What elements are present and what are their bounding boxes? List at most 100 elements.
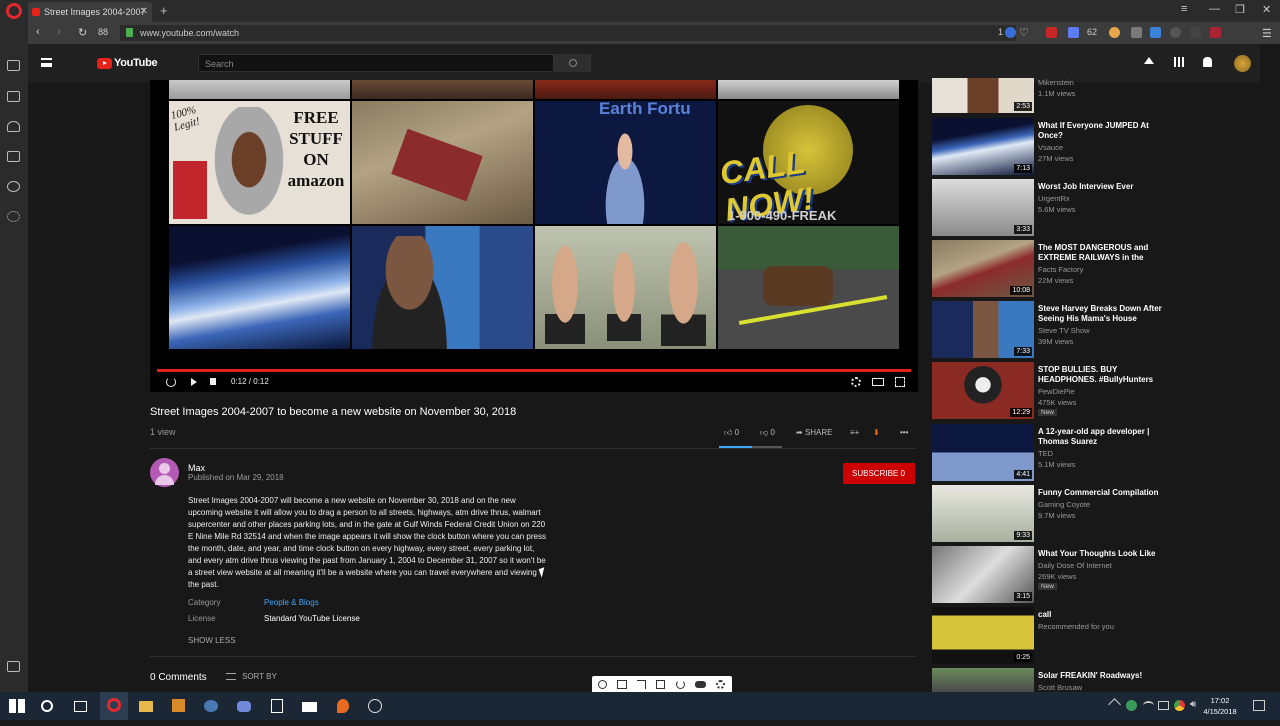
extension-circle-icon[interactable] bbox=[1170, 27, 1181, 38]
obs-icon[interactable] bbox=[368, 699, 382, 713]
gamepad-icon[interactable] bbox=[695, 681, 706, 688]
media-player-icon[interactable] bbox=[172, 699, 185, 712]
taskbar-clock[interactable]: 17:02 4/15/2018 bbox=[1200, 695, 1240, 717]
url-field[interactable]: www.youtube.com/watch bbox=[120, 25, 1016, 41]
more-actions-icon[interactable]: ••• bbox=[900, 428, 908, 437]
file-explorer-icon[interactable] bbox=[139, 701, 153, 712]
recommendation-item[interactable]: 9:33 Funny Commercial Compilation Gaming C… bbox=[932, 485, 1162, 543]
extension-y-icon[interactable] bbox=[1210, 27, 1221, 38]
action-center-icon[interactable] bbox=[1253, 700, 1265, 711]
maximize-icon[interactable]: ❐ bbox=[1235, 3, 1245, 16]
speed-dial-icon[interactable] bbox=[7, 91, 20, 102]
recommendation-thumbnail[interactable]: 7:33 bbox=[932, 301, 1034, 358]
video-pop-icon[interactable] bbox=[617, 680, 627, 689]
next-icon[interactable] bbox=[191, 378, 197, 386]
extension-s-icon[interactable] bbox=[1150, 27, 1161, 38]
recommendation-channel[interactable]: Vsauce bbox=[1038, 143, 1063, 152]
chrome-tray-icon[interactable] bbox=[1174, 700, 1185, 711]
notifications-bell-icon[interactable] bbox=[1203, 57, 1212, 67]
category-link[interactable]: People & Blogs bbox=[264, 598, 319, 607]
recommendation-channel[interactable]: Daily Dose Of Internet bbox=[1038, 561, 1112, 570]
recommendation-title[interactable]: call bbox=[1038, 610, 1162, 620]
recommendation-title[interactable]: Solar FREAKIN' Roadways! bbox=[1038, 671, 1162, 681]
volume-icon[interactable] bbox=[210, 378, 216, 385]
discord-icon[interactable] bbox=[237, 701, 251, 712]
upload-icon[interactable] bbox=[1144, 57, 1154, 64]
recommendation-thumbnail[interactable]: 7:13 bbox=[932, 118, 1034, 175]
settings-gear-icon[interactable] bbox=[851, 377, 861, 387]
minimize-icon[interactable]: — bbox=[1209, 3, 1220, 15]
recommendation-channel[interactable]: Facts Factory bbox=[1038, 265, 1083, 274]
like-button[interactable]: 👍︎ 0 bbox=[724, 428, 739, 438]
recommendation-channel[interactable]: Mikenstein bbox=[1038, 78, 1074, 87]
wifi-icon[interactable] bbox=[1143, 701, 1154, 710]
share-button[interactable]: ➦ SHARE bbox=[796, 428, 833, 437]
tray-app-icon[interactable] bbox=[1126, 700, 1137, 711]
dislike-button[interactable]: 👎︎ 0 bbox=[760, 428, 775, 438]
close-window-icon[interactable]: ✕ bbox=[1262, 3, 1271, 16]
bookmark-heart-icon[interactable]: ♡ bbox=[1019, 26, 1029, 39]
gear-icon[interactable] bbox=[716, 680, 725, 689]
close-tab-icon[interactable]: ✕ bbox=[140, 6, 148, 17]
tabs-menu-icon[interactable]: ≡ bbox=[1181, 3, 1187, 15]
search-input[interactable]: Search bbox=[198, 54, 554, 72]
recommendation-channel[interactable]: Scott Brusaw bbox=[1038, 683, 1082, 692]
news-icon[interactable] bbox=[7, 151, 20, 162]
recommendation-thumbnail[interactable]: 4:41 bbox=[932, 424, 1034, 481]
recommendation-title[interactable]: Funny Commercial Compilation bbox=[1038, 488, 1162, 498]
show-less-button[interactable]: SHOW LESS bbox=[188, 636, 236, 645]
opera-taskbar-icon[interactable] bbox=[107, 698, 121, 712]
recommendation-title[interactable]: A 12-year-old app developer | Thomas Sua… bbox=[1038, 427, 1162, 447]
extension-red-icon[interactable] bbox=[1046, 27, 1057, 38]
youtube-logo-icon[interactable] bbox=[97, 58, 112, 69]
back-icon[interactable]: ‹ bbox=[36, 26, 40, 38]
recommendation-title[interactable]: Worst Job Interview Ever bbox=[1038, 182, 1162, 192]
bookmarks-heart-icon[interactable] bbox=[7, 121, 20, 132]
orange-app-icon[interactable] bbox=[337, 699, 349, 713]
apps-grid-icon[interactable] bbox=[1174, 57, 1184, 67]
recommendation-item[interactable]: 4:41 A 12-year-old app developer | Thomas… bbox=[932, 424, 1162, 482]
menu-hamburger-icon[interactable] bbox=[41, 58, 52, 67]
task-view-icon[interactable] bbox=[74, 701, 87, 712]
add-to-playlist-icon[interactable]: ≡+ bbox=[850, 428, 859, 437]
user-avatar[interactable] bbox=[1234, 55, 1251, 72]
network-icon[interactable] bbox=[1158, 701, 1169, 710]
recommendation-title[interactable]: What Your Thoughts Look Like bbox=[1038, 549, 1162, 559]
recommendation-thumbnail[interactable]: 2:53 bbox=[932, 78, 1034, 113]
extension-gray-icon[interactable] bbox=[1131, 27, 1142, 38]
recommendation-item[interactable]: 2:53 Mikenstein 1.1M views bbox=[932, 78, 1162, 114]
recommendation-thumbnail[interactable]: 10:08 bbox=[932, 240, 1034, 297]
new-tab-icon[interactable]: + bbox=[160, 3, 168, 18]
refresh-icon[interactable] bbox=[676, 680, 685, 689]
recommendation-item[interactable]: 0:25 call Recommended for you bbox=[932, 607, 1162, 665]
calculator-icon[interactable] bbox=[271, 699, 283, 713]
copy-icon[interactable] bbox=[656, 680, 665, 689]
recommendation-channel[interactable]: Steve TV Show bbox=[1038, 326, 1090, 335]
recommendation-title[interactable]: Steve Harvey Breaks Down After Seeing Hi… bbox=[1038, 304, 1162, 324]
mail-icon[interactable] bbox=[302, 702, 317, 712]
opera-logo-icon[interactable] bbox=[6, 3, 22, 19]
video-player[interactable]: 100% Legit! FREE STUFF ON amazon Earth F… bbox=[150, 80, 918, 392]
snapshot-icon[interactable] bbox=[7, 60, 20, 71]
recommendation-channel[interactable]: PewDiePie bbox=[1038, 387, 1075, 396]
history-icon[interactable] bbox=[7, 181, 20, 192]
cortana-icon[interactable] bbox=[41, 700, 53, 712]
recommendation-thumbnail[interactable]: 0:25 bbox=[932, 607, 1034, 664]
reload-icon[interactable]: ↻ bbox=[78, 26, 87, 39]
recommendation-item[interactable]: 3:15 What Your Thoughts Look Like Daily Do… bbox=[932, 546, 1162, 604]
steam-icon[interactable] bbox=[204, 700, 218, 712]
extension-orange-icon[interactable] bbox=[1109, 27, 1120, 38]
recommendation-thumbnail[interactable]: 12:29 bbox=[932, 362, 1034, 419]
sidebar-toggle-icon[interactable] bbox=[7, 661, 20, 672]
recommendation-item[interactable]: 7:33 Steve Harvey Breaks Down After Seein… bbox=[932, 301, 1162, 359]
recommendation-thumbnail[interactable] bbox=[932, 668, 1034, 692]
download-icon[interactable]: ⬇ bbox=[873, 428, 880, 437]
channel-avatar[interactable] bbox=[150, 458, 179, 487]
sort-by-button[interactable]: SORT BY bbox=[226, 672, 277, 681]
recommendation-item[interactable]: 3:33 Worst Job Interview Ever UrgentRx 5.6M… bbox=[932, 179, 1162, 237]
recommendation-channel[interactable]: UrgentRx bbox=[1038, 194, 1070, 203]
recommendation-item[interactable]: 10:08 The MOST DANGEROUS and EXTREME RAIL… bbox=[932, 240, 1162, 298]
extension-blue-icon[interactable] bbox=[1068, 27, 1079, 38]
recommendation-thumbnail[interactable]: 3:15 bbox=[932, 546, 1034, 603]
recommendation-channel[interactable]: TED bbox=[1038, 449, 1053, 458]
